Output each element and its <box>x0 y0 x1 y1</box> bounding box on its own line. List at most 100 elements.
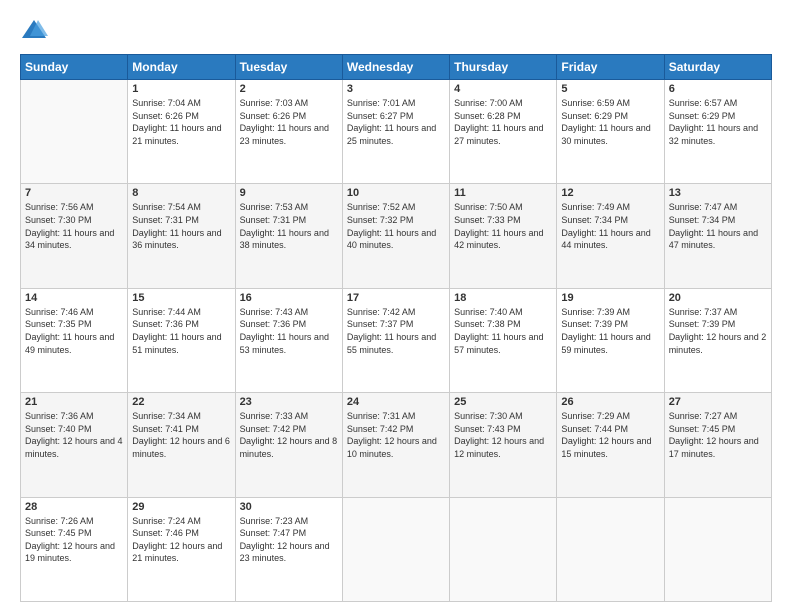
calendar-cell: 13Sunrise: 7:47 AM Sunset: 7:34 PM Dayli… <box>664 184 771 288</box>
calendar-cell: 19 Sunrise: 7:39 AM Sunset: 7:39 PM Dayli… <box>557 288 664 392</box>
day-header-thursday: Thursday <box>450 55 557 80</box>
day-info: Sunrise: 7:49 AM Sunset: 7:34 PM Dayligh… <box>561 201 659 251</box>
day-number: 9 <box>240 187 338 199</box>
calendar-cell: 11Sunrise: 7:50 AM Sunset: 7:33 PM Dayli… <box>450 184 557 288</box>
day-info: Sunrise: 7:36 AM Sunset: 7:40 PM Dayligh… <box>25 410 123 460</box>
day-header-monday: Monday <box>128 55 235 80</box>
calendar-cell: 16 Sunrise: 7:43 AM Sunset: 7:36 PM Dayli… <box>235 288 342 392</box>
calendar-cell: 21Sunrise: 7:36 AM Sunset: 7:40 PM Dayli… <box>21 393 128 497</box>
day-info: Sunrise: 7:34 AM Sunset: 7:41 PM Dayligh… <box>132 410 230 460</box>
calendar-cell: 2 Sunrise: 7:03 AM Sunset: 6:26 PM Daylig… <box>235 80 342 184</box>
calendar-cell <box>557 497 664 601</box>
calendar-week-4: 21Sunrise: 7:36 AM Sunset: 7:40 PM Dayli… <box>21 393 772 497</box>
day-number: 26 <box>561 396 659 408</box>
day-number: 11 <box>454 187 552 199</box>
day-header-tuesday: Tuesday <box>235 55 342 80</box>
day-number: 14 <box>25 292 123 304</box>
calendar-cell: 5 Sunrise: 6:59 AM Sunset: 6:29 PM Daylig… <box>557 80 664 184</box>
calendar-cell: 8 Sunrise: 7:54 AM Sunset: 7:31 PM Daylig… <box>128 184 235 288</box>
day-header-wednesday: Wednesday <box>342 55 449 80</box>
calendar-cell: 9 Sunrise: 7:53 AM Sunset: 7:31 PM Daylig… <box>235 184 342 288</box>
calendar-cell: 7 Sunrise: 7:56 AM Sunset: 7:30 PM Daylig… <box>21 184 128 288</box>
day-number: 15 <box>132 292 230 304</box>
calendar-table: SundayMondayTuesdayWednesdayThursdayFrid… <box>20 54 772 602</box>
day-number: 29 <box>132 501 230 513</box>
day-info: Sunrise: 7:54 AM Sunset: 7:31 PM Dayligh… <box>132 201 230 251</box>
day-info: Sunrise: 7:29 AM Sunset: 7:44 PM Dayligh… <box>561 410 659 460</box>
calendar-cell: 24 Sunrise: 7:31 AM Sunset: 7:42 PM Dayli… <box>342 393 449 497</box>
calendar-cell: 3 Sunrise: 7:01 AM Sunset: 6:27 PM Daylig… <box>342 80 449 184</box>
calendar-cell: 25 Sunrise: 7:30 AM Sunset: 7:43 PM Dayli… <box>450 393 557 497</box>
day-number: 8 <box>132 187 230 199</box>
calendar-cell: 18 Sunrise: 7:40 AM Sunset: 7:38 PM Dayli… <box>450 288 557 392</box>
calendar-cell <box>450 497 557 601</box>
calendar-cell: 15 Sunrise: 7:44 AM Sunset: 7:36 PM Dayli… <box>128 288 235 392</box>
day-info: Sunrise: 7:33 AM Sunset: 7:42 PM Dayligh… <box>240 410 338 460</box>
day-number: 27 <box>669 396 767 408</box>
day-info: Sunrise: 7:53 AM Sunset: 7:31 PM Dayligh… <box>240 201 338 251</box>
day-number: 6 <box>669 83 767 95</box>
calendar-cell <box>664 497 771 601</box>
day-number: 3 <box>347 83 445 95</box>
day-info: Sunrise: 7:27 AM Sunset: 7:45 PM Dayligh… <box>669 410 767 460</box>
day-info: Sunrise: 7:01 AM Sunset: 6:27 PM Dayligh… <box>347 97 445 147</box>
day-info: Sunrise: 7:04 AM Sunset: 6:26 PM Dayligh… <box>132 97 230 147</box>
day-header-sunday: Sunday <box>21 55 128 80</box>
day-info: Sunrise: 7:03 AM Sunset: 6:26 PM Dayligh… <box>240 97 338 147</box>
day-number: 1 <box>132 83 230 95</box>
calendar-week-1: 1 Sunrise: 7:04 AM Sunset: 6:26 PM Daylig… <box>21 80 772 184</box>
day-info: Sunrise: 7:43 AM Sunset: 7:36 PM Dayligh… <box>240 306 338 356</box>
day-info: Sunrise: 7:30 AM Sunset: 7:43 PM Dayligh… <box>454 410 552 460</box>
calendar-cell: 17Sunrise: 7:42 AM Sunset: 7:37 PM Dayli… <box>342 288 449 392</box>
day-number: 19 <box>561 292 659 304</box>
day-info: Sunrise: 7:42 AM Sunset: 7:37 PM Dayligh… <box>347 306 445 356</box>
calendar-cell: 28Sunrise: 7:26 AM Sunset: 7:45 PM Dayli… <box>21 497 128 601</box>
day-number: 7 <box>25 187 123 199</box>
day-info: Sunrise: 7:31 AM Sunset: 7:42 PM Dayligh… <box>347 410 445 460</box>
calendar-cell: 6 Sunrise: 6:57 AM Sunset: 6:29 PM Daylig… <box>664 80 771 184</box>
day-number: 4 <box>454 83 552 95</box>
calendar-cell: 10 Sunrise: 7:52 AM Sunset: 7:32 PM Dayli… <box>342 184 449 288</box>
calendar-header-row: SundayMondayTuesdayWednesdayThursdayFrid… <box>21 55 772 80</box>
day-number: 22 <box>132 396 230 408</box>
calendar-cell: 4 Sunrise: 7:00 AM Sunset: 6:28 PM Daylig… <box>450 80 557 184</box>
day-info: Sunrise: 7:00 AM Sunset: 6:28 PM Dayligh… <box>454 97 552 147</box>
day-number: 12 <box>561 187 659 199</box>
day-number: 25 <box>454 396 552 408</box>
logo-icon <box>20 16 48 44</box>
day-info: Sunrise: 7:26 AM Sunset: 7:45 PM Dayligh… <box>25 515 123 565</box>
calendar-cell: 23 Sunrise: 7:33 AM Sunset: 7:42 PM Dayli… <box>235 393 342 497</box>
day-number: 2 <box>240 83 338 95</box>
calendar-cell: 27 Sunrise: 7:27 AM Sunset: 7:45 PM Dayli… <box>664 393 771 497</box>
calendar-cell <box>21 80 128 184</box>
day-info: Sunrise: 7:52 AM Sunset: 7:32 PM Dayligh… <box>347 201 445 251</box>
day-info: Sunrise: 7:39 AM Sunset: 7:39 PM Dayligh… <box>561 306 659 356</box>
calendar-week-3: 14Sunrise: 7:46 AM Sunset: 7:35 PM Dayli… <box>21 288 772 392</box>
day-number: 18 <box>454 292 552 304</box>
day-number: 20 <box>669 292 767 304</box>
day-number: 13 <box>669 187 767 199</box>
calendar-cell: 12 Sunrise: 7:49 AM Sunset: 7:34 PM Dayli… <box>557 184 664 288</box>
day-info: Sunrise: 6:57 AM Sunset: 6:29 PM Dayligh… <box>669 97 767 147</box>
day-number: 10 <box>347 187 445 199</box>
calendar-cell: 29 Sunrise: 7:24 AM Sunset: 7:46 PM Dayli… <box>128 497 235 601</box>
day-info: Sunrise: 7:44 AM Sunset: 7:36 PM Dayligh… <box>132 306 230 356</box>
day-number: 24 <box>347 396 445 408</box>
day-number: 30 <box>240 501 338 513</box>
calendar-cell: 22 Sunrise: 7:34 AM Sunset: 7:41 PM Dayli… <box>128 393 235 497</box>
calendar-cell: 1 Sunrise: 7:04 AM Sunset: 6:26 PM Daylig… <box>128 80 235 184</box>
page-header <box>20 16 772 44</box>
calendar-cell: 14Sunrise: 7:46 AM Sunset: 7:35 PM Dayli… <box>21 288 128 392</box>
calendar-week-2: 7 Sunrise: 7:56 AM Sunset: 7:30 PM Daylig… <box>21 184 772 288</box>
day-number: 5 <box>561 83 659 95</box>
calendar-cell <box>342 497 449 601</box>
day-number: 23 <box>240 396 338 408</box>
calendar-cell: 30Sunrise: 7:23 AM Sunset: 7:47 PM Dayli… <box>235 497 342 601</box>
day-header-friday: Friday <box>557 55 664 80</box>
day-number: 16 <box>240 292 338 304</box>
day-info: Sunrise: 6:59 AM Sunset: 6:29 PM Dayligh… <box>561 97 659 147</box>
day-info: Sunrise: 7:24 AM Sunset: 7:46 PM Dayligh… <box>132 515 230 565</box>
day-info: Sunrise: 7:56 AM Sunset: 7:30 PM Dayligh… <box>25 201 123 251</box>
day-info: Sunrise: 7:40 AM Sunset: 7:38 PM Dayligh… <box>454 306 552 356</box>
calendar-cell: 20Sunrise: 7:37 AM Sunset: 7:39 PM Dayli… <box>664 288 771 392</box>
